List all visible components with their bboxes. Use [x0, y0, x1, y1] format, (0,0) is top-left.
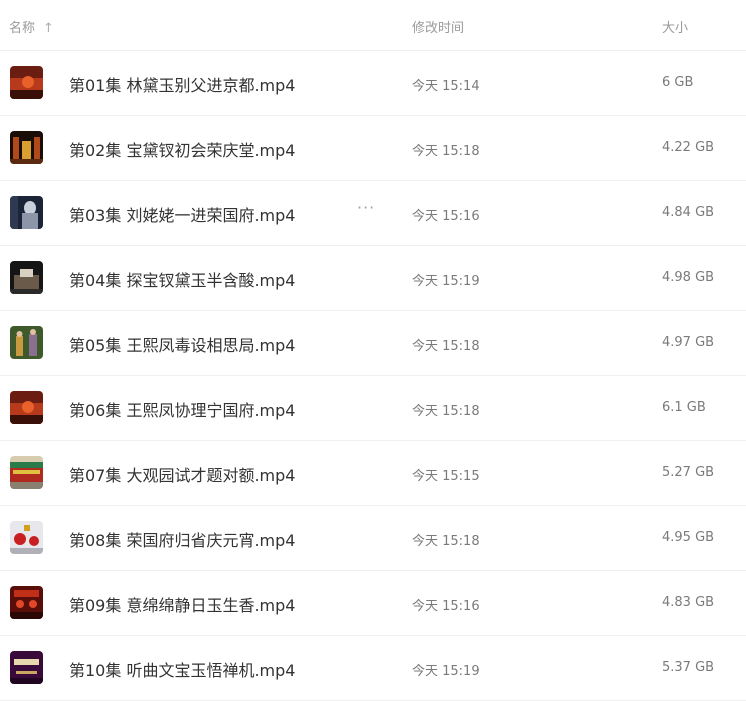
file-modified-date: 今天 15:19	[412, 664, 480, 679]
file-modified-date: 今天 15:16	[412, 599, 480, 614]
file-rows: 第01集 林黛玉别父进京都.mp4 今天 15:14 6 GB 第02集 宝黛钗初会…	[0, 51, 746, 701]
file-name[interactable]: 第10集 听曲文宝玉悟禅机.mp4	[69, 657, 295, 681]
file-size: 5.37 GB	[662, 660, 715, 675]
file-name[interactable]: 第02集 宝黛钗初会荣庆堂.mp4	[69, 137, 295, 161]
file-row[interactable]: 第10集 听曲文宝玉悟禅机.mp4 今天 15:19 5.37 GB	[0, 636, 746, 701]
file-size: 4.98 GB	[662, 270, 715, 285]
file-row[interactable]: 第01集 林黛玉别父进京都.mp4 今天 15:14 6 GB	[0, 51, 746, 116]
arrow-up-icon[interactable]: ↑	[43, 21, 54, 36]
video-thumbnail	[10, 391, 43, 424]
video-thumbnail	[10, 196, 43, 229]
file-row[interactable]: 第04集 探宝钗黛玉半含酸.mp4 今天 15:19 4.98 GB	[0, 246, 746, 311]
video-thumbnail	[10, 326, 43, 359]
file-name[interactable]: 第04集 探宝钗黛玉半含酸.mp4	[69, 267, 295, 291]
file-modified-date: 今天 15:15	[412, 469, 480, 484]
list-header: 名称 ↑ 修改时间 大小	[0, 0, 746, 51]
file-row[interactable]: 第02集 宝黛钗初会荣庆堂.mp4 今天 15:18 4.22 GB	[0, 116, 746, 181]
video-thumbnail	[10, 586, 43, 619]
file-modified-date: 今天 15:16	[412, 209, 480, 224]
file-row[interactable]: 第08集 荣国府归省庆元宵.mp4 今天 15:18 4.95 GB	[0, 506, 746, 571]
file-name[interactable]: 第08集 荣国府归省庆元宵.mp4	[69, 527, 295, 551]
file-list: 名称 ↑ 修改时间 大小 第01集 林黛玉别父进京都.mp4 今天 15:14 6 G…	[0, 0, 746, 701]
file-name[interactable]: 第09集 意绵绵静日玉生香.mp4	[69, 592, 295, 616]
file-name[interactable]: 第07集 大观园试才题对额.mp4	[69, 462, 295, 486]
file-row[interactable]: 第09集 意绵绵静日玉生香.mp4 今天 15:16 4.83 GB	[0, 571, 746, 636]
file-size: 4.95 GB	[662, 530, 715, 545]
column-header-name[interactable]: 名称 ↑	[9, 17, 54, 36]
file-modified-date: 今天 15:14	[412, 79, 480, 94]
file-modified-date: 今天 15:19	[412, 274, 480, 289]
more-horizontal-icon[interactable]: ···	[357, 200, 377, 223]
video-thumbnail	[10, 131, 43, 164]
file-row[interactable]: 第06集 王熙凤协理宁国府.mp4 今天 15:18 6.1 GB	[0, 376, 746, 441]
file-size: 4.97 GB	[662, 335, 715, 350]
file-row[interactable]: 第05集 王熙凤毒设相思局.mp4 今天 15:18 4.97 GB	[0, 311, 746, 376]
file-row[interactable]: 第07集 大观园试才题对额.mp4 今天 15:15 5.27 GB	[0, 441, 746, 506]
file-modified-date: 今天 15:18	[412, 534, 480, 549]
file-name[interactable]: 第06集 王熙凤协理宁国府.mp4	[69, 397, 295, 421]
file-size: 6.1 GB	[662, 400, 706, 415]
file-modified-date: 今天 15:18	[412, 339, 480, 354]
column-header-size[interactable]: 大小	[662, 17, 688, 36]
file-row[interactable]: 第03集 刘姥姥一进荣国府.mp4 ··· 今天 15:16 4.84 GB	[0, 181, 746, 246]
video-thumbnail	[10, 651, 43, 684]
file-modified-date: 今天 15:18	[412, 144, 480, 159]
file-size: 5.27 GB	[662, 465, 715, 480]
file-name[interactable]: 第05集 王熙凤毒设相思局.mp4	[69, 332, 295, 356]
file-name[interactable]: 第03集 刘姥姥一进荣国府.mp4	[69, 202, 295, 226]
file-size: 6 GB	[662, 75, 694, 90]
video-thumbnail	[10, 261, 43, 294]
column-header-name-label: 名称	[9, 21, 36, 36]
video-thumbnail	[10, 521, 43, 554]
file-name[interactable]: 第01集 林黛玉别父进京都.mp4	[69, 72, 295, 96]
video-thumbnail	[10, 456, 43, 489]
file-size: 4.22 GB	[662, 140, 715, 155]
file-modified-date: 今天 15:18	[412, 404, 480, 419]
file-size: 4.84 GB	[662, 205, 715, 220]
file-size: 4.83 GB	[662, 595, 715, 610]
column-header-date[interactable]: 修改时间	[412, 17, 464, 36]
video-thumbnail	[10, 66, 43, 99]
